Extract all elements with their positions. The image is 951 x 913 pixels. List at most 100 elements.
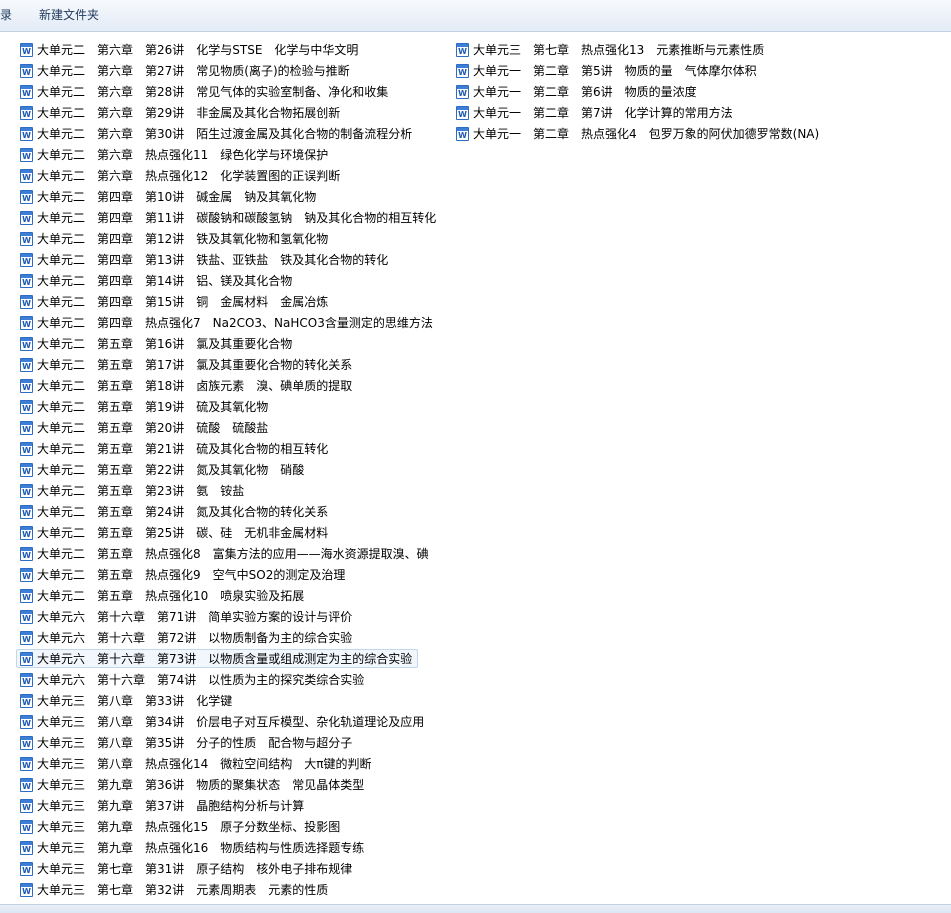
- file-item[interactable]: W 大单元二 第四章 第15讲 铜 金属材料 金属冶炼: [16, 292, 436, 311]
- file-item[interactable]: W 大单元六 第十六章 第74讲 以性质为主的探究类综合实验: [16, 670, 436, 689]
- word-glyph: W: [458, 89, 467, 98]
- file-item[interactable]: W 大单元二 第五章 第24讲 氮及其化合物的转化关系: [16, 502, 436, 521]
- file-item[interactable]: W 大单元三 第八章 第34讲 价层电子对互斥模型、杂化轨道理论及应用: [16, 712, 436, 731]
- file-name: 大单元二 第六章 第29讲 非金属及其化合物拓展创新: [37, 106, 341, 120]
- file-item[interactable]: W 大单元二 第六章 第29讲 非金属及其化合物拓展创新: [16, 103, 436, 122]
- file-item[interactable]: W 大单元二 第四章 第12讲 铁及其氧化物和氢氧化物: [16, 229, 436, 248]
- word-document-icon: W: [20, 883, 33, 897]
- file-name: 大单元二 第四章 第11讲 碳酸钠和碳酸氢钠 钠及其化合物的相互转化: [37, 211, 437, 225]
- word-glyph: W: [22, 47, 31, 56]
- word-glyph: W: [22, 887, 31, 896]
- file-item[interactable]: W 大单元三 第九章 热点强化15 原子分数坐标、投影图: [16, 817, 436, 836]
- file-name: 大单元一 第二章 第7讲 化学计算的常用方法: [473, 106, 733, 120]
- file-name: 大单元二 第六章 第27讲 常见物质(离子)的检验与推断: [37, 64, 350, 78]
- file-item[interactable]: W 大单元二 第五章 热点强化10 喷泉实验及拓展: [16, 586, 436, 605]
- word-glyph: W: [458, 68, 467, 77]
- file-item[interactable]: W 大单元三 第七章 第31讲 原子结构 核外电子排布规律: [16, 859, 436, 878]
- word-document-icon: W: [20, 862, 33, 876]
- toolbar-partial-button[interactable]: 录: [0, 0, 12, 31]
- file-name: 大单元三 第八章 热点强化14 微粒空间结构 大π键的判断: [37, 757, 372, 771]
- file-item[interactable]: W 大单元二 第五章 第23讲 氨 铵盐: [16, 481, 436, 500]
- file-item[interactable]: W 大单元二 第六章 第28讲 常见气体的实验室制备、净化和收集: [16, 82, 436, 101]
- word-glyph: W: [22, 236, 31, 245]
- word-glyph: W: [22, 215, 31, 224]
- new-folder-button[interactable]: 新建文件夹: [39, 0, 99, 31]
- file-item[interactable]: W 大单元二 第五章 第17讲 氯及其重要化合物的转化关系: [16, 355, 436, 374]
- word-glyph: W: [22, 488, 31, 497]
- file-item[interactable]: W 大单元二 第六章 第26讲 化学与STSE 化学与中华文明: [16, 40, 436, 59]
- file-name: 大单元二 第四章 第15讲 铜 金属材料 金属冶炼: [37, 295, 329, 309]
- file-item[interactable]: W 大单元二 第四章 第13讲 铁盐、亚铁盐 铁及其化合物的转化: [16, 250, 436, 269]
- file-item[interactable]: W 大单元三 第八章 第35讲 分子的性质 配合物与超分子: [16, 733, 436, 752]
- word-document-icon: W: [20, 358, 33, 372]
- file-item[interactable]: W 大单元二 第五章 第18讲 卤族元素 溴、碘单质的提取: [16, 376, 436, 395]
- file-item[interactable]: W 大单元三 第七章 热点强化13 元素推断与元素性质: [452, 40, 872, 59]
- file-item[interactable]: W 大单元二 第五章 热点强化9 空气中SO2的测定及治理: [16, 565, 436, 584]
- file-item[interactable]: W 大单元六 第十六章 第71讲 简单实验方案的设计与评价: [16, 607, 436, 626]
- file-item[interactable]: W 大单元二 第五章 第22讲 氮及其氧化物 硝酸: [16, 460, 436, 479]
- word-glyph: W: [22, 740, 31, 749]
- file-name: 大单元二 第四章 第12讲 铁及其氧化物和氢氧化物: [37, 232, 329, 246]
- word-glyph: W: [22, 635, 31, 644]
- file-name: 大单元二 第六章 热点强化11 绿色化学与环境保护: [37, 148, 329, 162]
- word-document-icon: W: [20, 736, 33, 750]
- word-document-icon: W: [20, 64, 33, 78]
- word-document-icon: W: [456, 127, 469, 141]
- word-glyph: W: [22, 551, 31, 560]
- word-glyph: W: [22, 593, 31, 602]
- file-item[interactable]: W 大单元二 第六章 热点强化11 绿色化学与环境保护: [16, 145, 436, 164]
- file-item[interactable]: W 大单元二 第五章 第20讲 硫酸 硫酸盐: [16, 418, 436, 437]
- file-item[interactable]: W 大单元二 第四章 第11讲 碳酸钠和碳酸氢钠 钠及其化合物的相互转化: [16, 208, 436, 227]
- word-document-icon: W: [20, 316, 33, 330]
- word-document-icon: W: [20, 190, 33, 204]
- file-name: 大单元二 第五章 第22讲 氮及其氧化物 硝酸: [37, 463, 305, 477]
- word-glyph: W: [22, 194, 31, 203]
- word-document-icon: W: [20, 253, 33, 267]
- file-item[interactable]: W 大单元二 第六章 第30讲 陌生过渡金属及其化合物的制备流程分析: [16, 124, 436, 143]
- file-item[interactable]: W 大单元三 第九章 第36讲 物质的聚集状态 常见晶体类型: [16, 775, 436, 794]
- file-item[interactable]: W 大单元二 第五章 第25讲 碳、硅 无机非金属材料: [16, 523, 436, 542]
- file-item[interactable]: W 大单元一 第二章 第7讲 化学计算的常用方法: [452, 103, 872, 122]
- file-item[interactable]: W 大单元二 第六章 第27讲 常见物质(离子)的检验与推断: [16, 61, 436, 80]
- file-item[interactable]: W 大单元三 第九章 第37讲 晶胞结构分析与计算: [16, 796, 436, 815]
- file-name: 大单元二 第四章 第13讲 铁盐、亚铁盐 铁及其化合物的转化: [37, 253, 389, 267]
- file-item[interactable]: W 大单元一 第二章 热点强化4 包罗万象的阿伏加德罗常数(NA): [452, 124, 872, 143]
- word-document-icon: W: [20, 169, 33, 183]
- file-item[interactable]: W 大单元三 第七章 第32讲 元素周期表 元素的性质: [16, 880, 436, 899]
- word-glyph: W: [22, 173, 31, 182]
- file-item[interactable]: W 大单元二 第五章 第16讲 氯及其重要化合物: [16, 334, 436, 353]
- file-item[interactable]: W 大单元六 第十六章 第73讲 以物质含量或组成测定为主的综合实验: [16, 649, 418, 668]
- file-item[interactable]: W 大单元二 第五章 第19讲 硫及其氧化物: [16, 397, 436, 416]
- word-glyph: W: [458, 47, 467, 56]
- file-item[interactable]: W 大单元六 第十六章 第72讲 以物质制备为主的综合实验: [16, 628, 436, 647]
- file-item[interactable]: W 大单元三 第八章 热点强化14 微粒空间结构 大π键的判断: [16, 754, 436, 773]
- command-toolbar: 录 新建文件夹: [0, 0, 951, 32]
- file-item[interactable]: W 大单元二 第五章 第21讲 硫及其化合物的相互转化: [16, 439, 436, 458]
- word-glyph: W: [22, 509, 31, 518]
- file-item[interactable]: W 大单元三 第八章 第33讲 化学键: [16, 691, 436, 710]
- file-item[interactable]: W 大单元二 第六章 热点强化12 化学装置图的正误判断: [16, 166, 436, 185]
- file-list: W 大单元二 第六章 第26讲 化学与STSE 化学与中华文明 W 大单元二 第六章 …: [0, 33, 951, 905]
- word-document-icon: W: [20, 715, 33, 729]
- file-item[interactable]: W 大单元二 第四章 第10讲 碱金属 钠及其氧化物: [16, 187, 436, 206]
- file-name: 大单元一 第二章 热点强化4 包罗万象的阿伏加德罗常数(NA): [473, 127, 820, 141]
- file-name: 大单元二 第五章 第24讲 氮及其化合物的转化关系: [37, 505, 329, 519]
- word-document-icon: W: [20, 841, 33, 855]
- word-document-icon: W: [20, 337, 33, 351]
- file-item[interactable]: W 大单元二 第四章 第14讲 铝、镁及其化合物: [16, 271, 436, 290]
- file-name: 大单元六 第十六章 第74讲 以性质为主的探究类综合实验: [37, 673, 365, 687]
- file-item[interactable]: W 大单元二 第五章 热点强化8 富集方法的应用——海水资源提取溴、碘: [16, 544, 436, 563]
- file-name: 大单元二 第五章 第19讲 硫及其氧化物: [37, 400, 269, 414]
- word-document-icon: W: [20, 484, 33, 498]
- file-name: 大单元三 第八章 第33讲 化学键: [37, 694, 233, 708]
- word-document-icon: W: [20, 610, 33, 624]
- file-item[interactable]: W 大单元二 第四章 热点强化7 Na2CO3、NaHCO3含量测定的思维方法: [16, 313, 436, 332]
- word-glyph: W: [22, 131, 31, 140]
- file-item[interactable]: W 大单元三 第九章 热点强化16 物质结构与性质选择题专练: [16, 838, 436, 857]
- file-item[interactable]: W 大单元一 第二章 第5讲 物质的量 气体摩尔体积: [452, 61, 872, 80]
- file-name: 大单元二 第五章 第17讲 氯及其重要化合物的转化关系: [37, 358, 353, 372]
- file-item[interactable]: W 大单元一 第二章 第6讲 物质的量浓度: [452, 82, 872, 101]
- word-document-icon: W: [456, 106, 469, 120]
- file-name: 大单元二 第五章 热点强化9 空气中SO2的测定及治理: [37, 568, 346, 582]
- file-name: 大单元二 第五章 第18讲 卤族元素 溴、碘单质的提取: [37, 379, 353, 393]
